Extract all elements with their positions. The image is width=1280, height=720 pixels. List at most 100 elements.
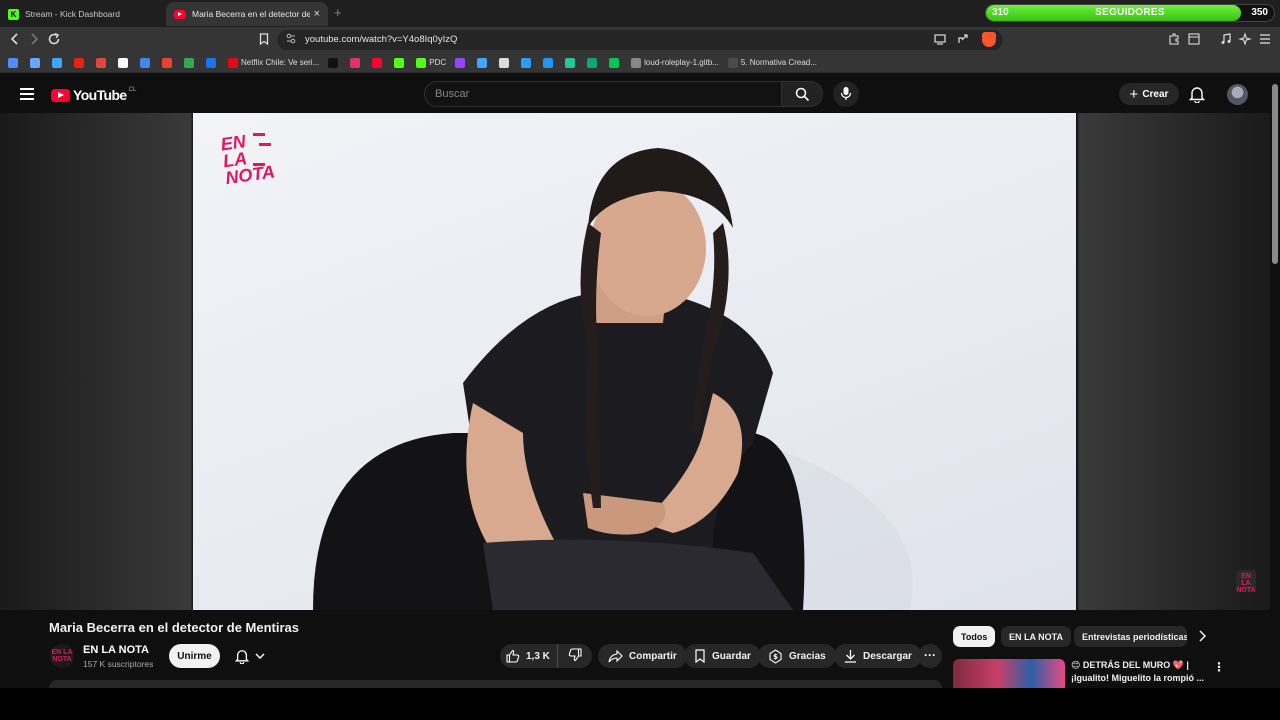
channel-branding-watermark[interactable]: EN LA NOTA	[1236, 570, 1256, 594]
bookmark-item[interactable]	[394, 57, 407, 68]
recommended-video-thumbnail[interactable]	[953, 659, 1065, 688]
bookmark-item[interactable]	[350, 57, 363, 68]
leo-ai-icon[interactable]	[1237, 31, 1253, 51]
like-button[interactable]: 1,3 K	[500, 644, 558, 668]
account-avatar[interactable]	[1227, 84, 1248, 105]
hamburger-menu-icon[interactable]	[20, 88, 34, 100]
sidebar-panel-icon[interactable]	[1187, 31, 1201, 51]
bookmark-favicon-icon	[118, 57, 128, 68]
bookmark-item[interactable]	[96, 57, 109, 68]
bookmark-item[interactable]	[328, 57, 341, 68]
new-tab-button[interactable]: +	[334, 5, 342, 20]
bookmark-item[interactable]	[521, 57, 534, 68]
extensions-icon[interactable]	[1167, 31, 1181, 51]
site-settings-icon[interactable]	[286, 33, 296, 47]
video-player-area[interactable]: EN LA NOTA	[0, 113, 1270, 610]
tab-kick-dashboard[interactable]: K Stream - Kick Dashboard	[0, 2, 166, 26]
browser-menu-icon[interactable]	[1259, 31, 1271, 51]
bookmark-item[interactable]: PDC	[416, 57, 446, 68]
tab-youtube-video[interactable]: Maria Becerra en el detector de ×	[166, 2, 328, 26]
chips-next-icon[interactable]	[1198, 630, 1207, 645]
bookmark-favicon-icon	[609, 57, 620, 68]
more-actions-button[interactable]: ···	[918, 644, 942, 668]
back-icon[interactable]	[9, 31, 21, 51]
page-scrollbar[interactable]	[1270, 74, 1280, 688]
country-code: CL	[128, 87, 137, 93]
bookmark-item[interactable]	[30, 57, 43, 68]
bookmark-item[interactable]	[499, 57, 512, 68]
recommended-menu-icon[interactable]: ⋮	[1213, 660, 1225, 674]
bookmark-item[interactable]: Netflix Chile: Ve seri...	[228, 57, 319, 68]
bookmark-item[interactable]: loud-roleplay-1.gitb...	[631, 57, 719, 68]
bookmark-item[interactable]	[565, 57, 578, 68]
branding-line: NOTA	[1236, 587, 1256, 594]
recommended-video-title[interactable]: 😊 DETRÁS DEL MURO 💖 |	[1071, 660, 1189, 671]
bookmark-favicon-icon	[521, 57, 532, 68]
super-thanks-icon: $	[768, 648, 783, 664]
subscription-bell-button[interactable]	[226, 644, 274, 668]
bookmark-favicon-icon	[350, 57, 361, 68]
dislike-button[interactable]	[558, 647, 592, 665]
bookmark-item[interactable]	[543, 57, 556, 68]
notifications-bell-icon[interactable]	[1188, 85, 1206, 108]
bookmark-item[interactable]	[609, 57, 622, 68]
channel-avatar-text: EN LA NOTA	[51, 649, 73, 663]
forward-icon[interactable]	[28, 31, 40, 51]
channel-avatar[interactable]: EN LA NOTA	[50, 644, 74, 668]
chip-entrevistas[interactable]: Entrevistas periodísticas	[1074, 626, 1187, 647]
youtube-logo[interactable]: YouTube CL	[51, 87, 136, 103]
video-frame[interactable]: EN LA NOTA	[193, 113, 1076, 610]
tab-title: Stream - Kick Dashboard	[25, 9, 120, 19]
bookmark-item[interactable]	[477, 57, 490, 68]
join-button[interactable]: Unirme	[169, 644, 220, 668]
share-button[interactable]: Compartir	[598, 644, 687, 668]
bookmark-item[interactable]	[74, 57, 87, 68]
download-icon	[844, 649, 857, 663]
download-label: Descargar	[863, 650, 912, 662]
reload-icon[interactable]	[47, 31, 61, 51]
bookmark-favicon-icon	[455, 57, 466, 68]
recommended-video-title-line2[interactable]: ¡Igualito! Miguelito la rompió ...	[1071, 673, 1204, 683]
youtube-header: YouTube CL Buscar + Crear	[0, 74, 1280, 114]
channel-name[interactable]: EN LA NOTA	[83, 644, 149, 656]
bookmark-favicon-icon	[206, 57, 216, 68]
search-placeholder: Buscar	[435, 88, 470, 100]
bookmark-item[interactable]	[587, 57, 600, 68]
download-button[interactable]: Descargar	[834, 644, 922, 668]
microphone-icon	[840, 87, 852, 100]
bookmark-item[interactable]	[455, 57, 468, 68]
media-music-icon[interactable]	[1219, 31, 1233, 51]
save-button[interactable]: Guardar	[684, 644, 761, 668]
thanks-label: Gracias	[789, 650, 826, 662]
cast-icon[interactable]	[933, 31, 947, 51]
share-page-icon[interactable]	[956, 31, 970, 51]
bookmark-item[interactable]: 5. Normativa Cread...	[727, 57, 817, 68]
bookmark-item[interactable]	[118, 57, 131, 68]
scrollbar-thumb[interactable]	[1272, 84, 1278, 264]
bookmark-item[interactable]	[184, 57, 197, 68]
create-button[interactable]: + Crear	[1119, 83, 1179, 105]
bookmark-label: loud-roleplay-1.gitb...	[644, 58, 719, 67]
thanks-button[interactable]: $ Gracias	[758, 644, 836, 668]
chip-en-la-nota[interactable]: EN LA NOTA	[1001, 626, 1071, 647]
bookmark-item[interactable]	[372, 57, 385, 68]
browser-tab-strip: K Stream - Kick Dashboard Maria Becerra …	[0, 0, 1280, 27]
svg-text:$: $	[773, 653, 778, 661]
bookmark-item[interactable]	[206, 57, 219, 68]
thumbs-down-icon	[568, 647, 582, 665]
brave-shield-icon[interactable]	[982, 32, 996, 47]
bookmark-favicon-icon	[328, 57, 339, 68]
bookmark-favicon-icon	[727, 57, 738, 68]
bookmark-item[interactable]	[52, 57, 65, 68]
bookmark-item[interactable]	[140, 57, 153, 68]
bookmark-item[interactable]	[8, 57, 21, 68]
description-box[interactable]	[49, 680, 942, 688]
chip-todos[interactable]: Todos	[953, 626, 996, 647]
search-button[interactable]	[781, 81, 823, 107]
search-input[interactable]: Buscar	[424, 81, 782, 107]
bookmark-item[interactable]	[162, 57, 175, 68]
close-tab-icon[interactable]: ×	[314, 8, 320, 20]
bookmark-page-icon[interactable]	[258, 31, 270, 51]
voice-search-button[interactable]	[833, 81, 859, 107]
address-bar[interactable]: youtube.com/watch?v=Y4o8Iq0yIzQ	[277, 30, 1003, 50]
